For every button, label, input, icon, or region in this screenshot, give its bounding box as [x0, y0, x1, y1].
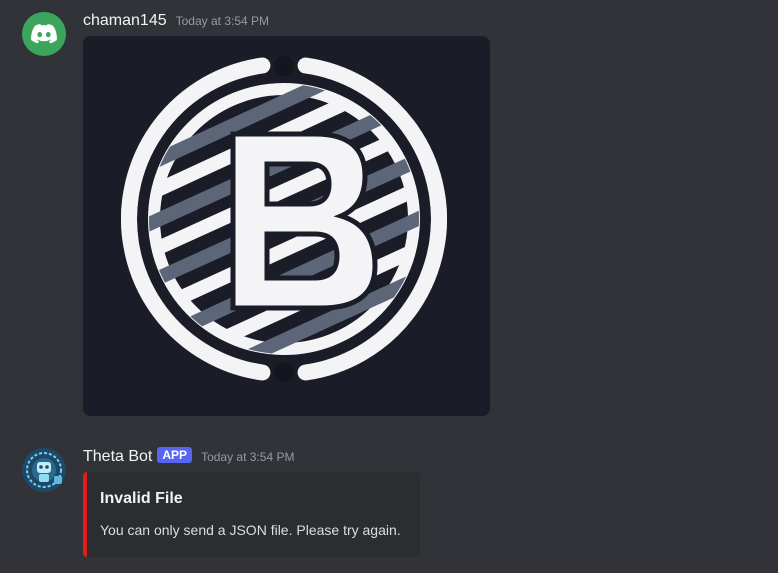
b-logo-image — [83, 36, 490, 416]
app-badge: APP — [157, 447, 193, 463]
username[interactable]: chaman145 — [83, 12, 167, 30]
robot-icon — [22, 448, 66, 492]
message-header: chaman145 Today at 3:54 PM — [83, 12, 269, 30]
embed-description: You can only send a JSON file. Please tr… — [100, 522, 401, 538]
bot-avatar[interactable] — [22, 448, 66, 492]
image-attachment[interactable] — [83, 36, 490, 416]
user-avatar[interactable] — [22, 12, 66, 56]
message-header: Theta Bot APP Today at 3:54 PM — [83, 447, 295, 466]
timestamp: Today at 3:54 PM — [175, 14, 270, 28]
timestamp: Today at 3:54 PM — [201, 450, 295, 464]
discord-logo-icon — [31, 24, 57, 44]
error-embed: Invalid File You can only send a JSON fi… — [83, 472, 420, 557]
username[interactable]: Theta Bot — [83, 448, 152, 466]
embed-title: Invalid File — [100, 490, 183, 507]
b-letter — [230, 131, 378, 311]
